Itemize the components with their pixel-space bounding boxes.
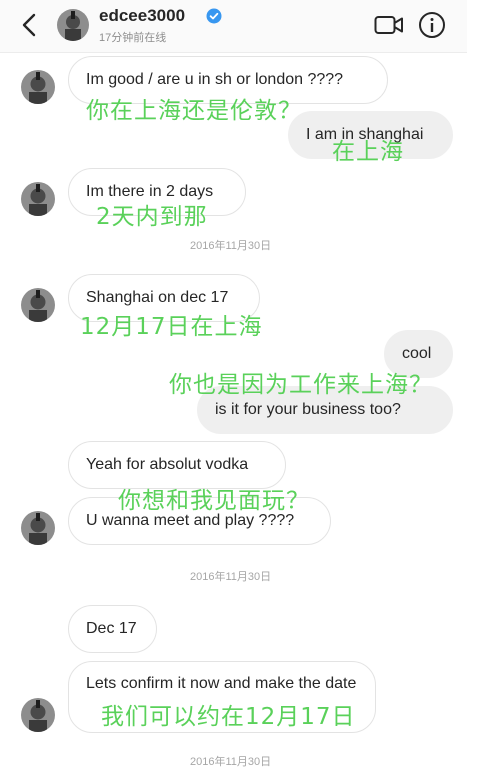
translation-caption: 你也是因为工作来上海？	[169, 372, 433, 398]
sender-avatar[interactable]	[21, 698, 55, 732]
header-avatar[interactable]	[57, 9, 89, 41]
translation-caption: 你想和我见面玩？	[118, 488, 310, 514]
sender-avatar[interactable]	[21, 70, 55, 104]
date-separator: 2016年11月30日	[190, 571, 272, 583]
translation-caption: 2天内到那	[96, 204, 208, 230]
sender-avatar[interactable]	[21, 288, 55, 322]
translation-caption: 我们可以约在12月17日	[101, 704, 356, 730]
video-call-icon[interactable]	[374, 13, 404, 37]
translation-caption: 你在上海还是伦敦？	[86, 98, 302, 124]
date-separator: 2016年11月30日	[190, 240, 272, 252]
date-separator: 2016年11月30日	[190, 756, 272, 768]
message-bubble-received[interactable]: Im good / are u in sh or london ????	[68, 56, 388, 104]
verified-badge-icon	[206, 8, 222, 24]
online-status: 17分钟前在线	[99, 32, 167, 44]
message-bubble-sent[interactable]: cool	[384, 330, 453, 378]
back-chevron-icon[interactable]	[18, 12, 42, 38]
chat-header: edcee3000 17分钟前在线	[0, 0, 467, 53]
username[interactable]: edcee3000	[99, 6, 185, 26]
translation-caption: 在上海	[332, 139, 404, 165]
sender-avatar[interactable]	[21, 182, 55, 216]
info-icon[interactable]	[418, 11, 446, 39]
translation-caption: 12月17日在上海	[80, 314, 263, 340]
sender-avatar[interactable]	[21, 511, 55, 545]
message-bubble-received[interactable]: Yeah for absolut vodka	[68, 441, 286, 489]
message-bubble-received[interactable]: Dec 17	[68, 605, 157, 653]
